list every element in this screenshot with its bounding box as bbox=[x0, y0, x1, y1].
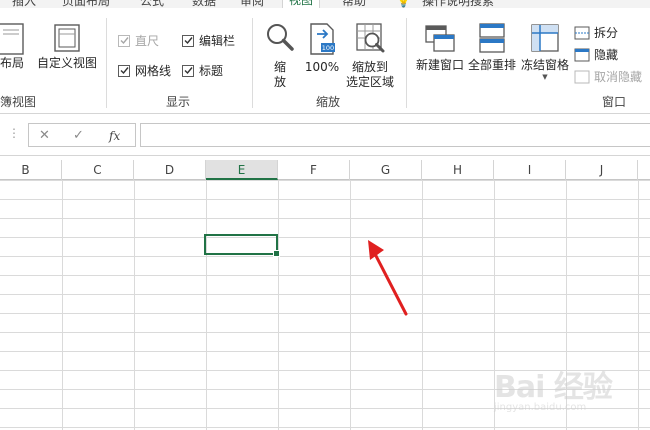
formula-bar-checkbox[interactable]: 编辑栏 bbox=[182, 32, 235, 49]
tell-me-search[interactable]: 操作说明搜索 bbox=[422, 0, 494, 8]
insert-function-button[interactable]: fx bbox=[109, 129, 120, 143]
column-header[interactable]: B bbox=[0, 160, 62, 180]
new-window-button[interactable]: 新建窗口 bbox=[414, 22, 466, 73]
checkbox-checked-icon bbox=[118, 64, 130, 77]
split-button[interactable]: 拆分 bbox=[574, 24, 618, 41]
tab-review[interactable]: 审阅 bbox=[240, 0, 264, 8]
magnifier-icon bbox=[267, 24, 294, 51]
headings-checkbox[interactable]: 标题 bbox=[182, 62, 223, 79]
hide-window-icon bbox=[574, 48, 590, 61]
watermark-url: jingyan.baidu.com bbox=[494, 402, 587, 413]
freeze-panes-icon bbox=[531, 24, 559, 52]
unhide-window-icon bbox=[574, 70, 590, 83]
page-layout-icon bbox=[0, 23, 24, 55]
group-label-window: 窗口 bbox=[602, 95, 627, 109]
group-label-show: 显示 bbox=[166, 95, 191, 109]
formula-bar: ⋮ ✕ ✓ fx bbox=[0, 114, 650, 156]
group-separator bbox=[106, 18, 107, 108]
cancel-formula-button[interactable]: ✕ bbox=[39, 128, 50, 143]
zoom-button[interactable]: 缩 放 bbox=[262, 22, 298, 90]
ribbon: 页面布局 自定义视图 簿视图 直尺 编辑栏 网格线 标题 显示 bbox=[0, 8, 650, 114]
arrange-all-button[interactable]: 全部重排 bbox=[466, 22, 518, 73]
custom-views-icon bbox=[54, 24, 80, 52]
checkbox-checked-icon bbox=[182, 34, 194, 47]
column-header[interactable]: H bbox=[422, 160, 494, 180]
checkbox-checked-icon bbox=[118, 34, 130, 47]
freeze-panes-button[interactable]: 冻结窗格 ▼ bbox=[518, 22, 572, 81]
zoom-to-selection-icon bbox=[356, 23, 385, 53]
lightbulb-icon[interactable]: 💡 bbox=[396, 0, 411, 8]
column-header[interactable]: D bbox=[134, 160, 206, 180]
svg-text:100: 100 bbox=[322, 44, 334, 52]
formula-buttons-area: ✕ ✓ fx bbox=[28, 123, 136, 147]
zoom-100-icon: 100 bbox=[310, 23, 335, 55]
tab-help[interactable]: 帮助 bbox=[342, 0, 366, 8]
arrange-all-icon bbox=[479, 23, 505, 53]
group-separator bbox=[406, 18, 407, 108]
column-header[interactable]: G bbox=[350, 160, 422, 180]
chevron-down-icon: ▼ bbox=[542, 73, 548, 81]
tab-insert[interactable]: 插入 bbox=[12, 0, 36, 8]
hide-button[interactable]: 隐藏 bbox=[574, 46, 618, 63]
column-header-selected[interactable]: E bbox=[206, 160, 278, 180]
watermark-logo: Bai 经验 bbox=[494, 370, 613, 405]
page-layout-view-button[interactable]: 页面布局 bbox=[0, 22, 32, 71]
unhide-button[interactable]: 取消隐藏 bbox=[574, 68, 642, 85]
column-header[interactable]: J bbox=[566, 160, 638, 180]
column-header[interactable]: C bbox=[62, 160, 134, 180]
zoom-to-selection-button[interactable]: 缩放到 选定区域 bbox=[342, 22, 398, 90]
active-cell-selection[interactable] bbox=[204, 234, 280, 257]
annotation-arrow bbox=[368, 240, 408, 316]
checkbox-checked-icon bbox=[182, 64, 194, 77]
watermark: Bai 经验 jingyan.baidu.com bbox=[494, 362, 644, 422]
tab-formulas[interactable]: 公式 bbox=[140, 0, 164, 8]
enter-formula-button[interactable]: ✓ bbox=[73, 128, 84, 143]
group-separator bbox=[252, 18, 253, 108]
column-header[interactable]: I bbox=[494, 160, 566, 180]
tab-data[interactable]: 数据 bbox=[192, 0, 216, 8]
tab-view[interactable]: 视图 bbox=[282, 0, 321, 8]
gridlines-checkbox[interactable]: 网格线 bbox=[118, 62, 171, 79]
custom-views-button[interactable]: 自定义视图 bbox=[36, 22, 98, 71]
new-window-icon bbox=[425, 25, 455, 52]
ruler-checkbox[interactable]: 直尺 bbox=[118, 32, 159, 49]
split-icon bbox=[574, 26, 590, 39]
tab-page-layout[interactable]: 页面布局 bbox=[62, 0, 110, 8]
column-header[interactable]: F bbox=[278, 160, 350, 180]
group-label-workbook-views: 簿视图 bbox=[0, 95, 37, 109]
formula-input[interactable] bbox=[140, 123, 650, 147]
ribbon-tab-strip: 插入 页面布局 公式 数据 审阅 视图 帮助 💡 操作说明搜索 bbox=[0, 0, 650, 8]
group-label-zoom: 缩放 bbox=[316, 95, 341, 109]
zoom-100-button[interactable]: 100 100% bbox=[302, 22, 342, 75]
column-header-row: B C D E F G H I J bbox=[0, 160, 650, 180]
name-box-grip-icon: ⋮ bbox=[8, 126, 20, 140]
